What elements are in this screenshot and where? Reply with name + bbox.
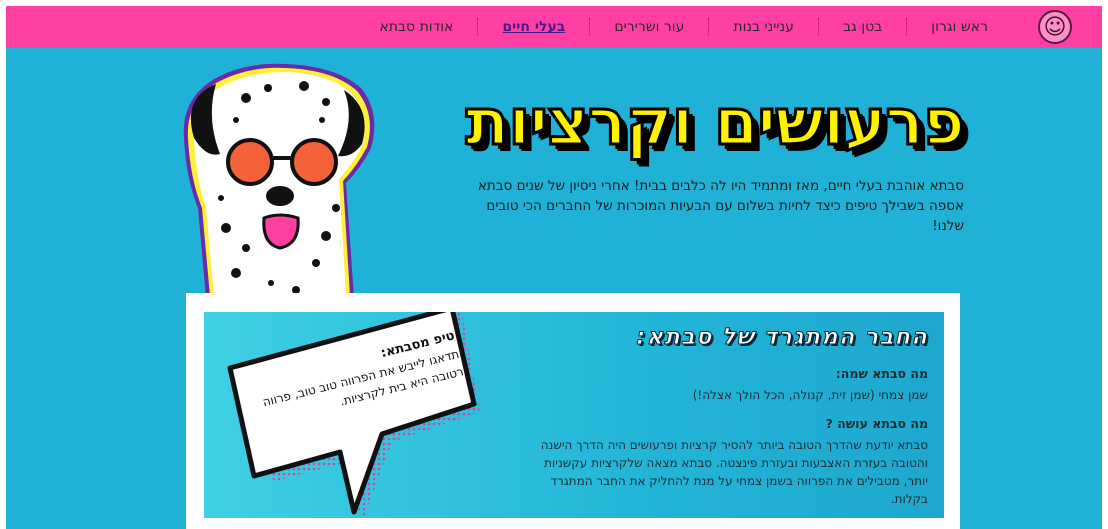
question-what-grandma-uses: מה סבתא שמה: [835, 366, 928, 381]
answer-what-grandma-uses: שמן צמחי (שמן זית, קנולה, הכל הולך אצלה!… [692, 388, 928, 402]
nav-item-stomach-back[interactable]: בטן גב [817, 18, 906, 36]
grandma-avatar-icon[interactable]: ☺ [1038, 10, 1072, 44]
nav-item-animals[interactable]: בעלי חיים [477, 18, 589, 36]
nav-item-about-grandma[interactable]: אודות סבתא [355, 18, 477, 36]
dalmatian-illustration [183, 63, 375, 298]
nav-item-skin-muscles[interactable]: עור ושרירים [589, 18, 708, 36]
answer-what-grandma-does: סבתא יודעת שהדרך הטובה ביותר להסיר קרציו… [540, 438, 928, 506]
nav-item-head-throat[interactable]: ראש וגרון [906, 18, 1012, 36]
speech-bubble: טיפ מסבתא: תדאגו לייבש את הפרווה טוב טוב… [212, 312, 492, 518]
page-title: פרעושים וקרציות [464, 85, 966, 162]
top-nav: ☺ ראש וגרון בטן גב ענייני בנות עור ושריר… [6, 6, 1102, 48]
nav-item-girls-matters[interactable]: ענייני בנות [708, 18, 818, 36]
page-frame: ☺ ראש וגרון בטן גב ענייני בנות עור ושריר… [6, 6, 1102, 529]
question-what-grandma-does: מה סבתא עושה ? [825, 416, 928, 431]
card-title: החבר המתגרד של סבתא: [636, 324, 928, 351]
intro-paragraph: סבתא אוהבת בעלי חיים, מאז ומתמיד היו לה … [477, 178, 964, 234]
tip-card: החבר המתגרד של סבתא: מה סבתא שמה: שמן צמ… [204, 312, 944, 518]
